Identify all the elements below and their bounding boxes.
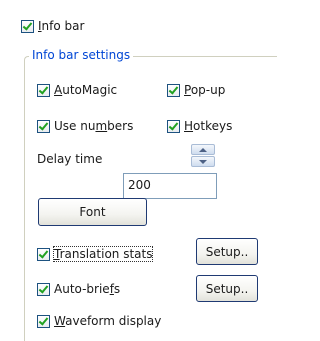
delay-time-label: Delay time bbox=[37, 152, 103, 166]
auto-briefs-setup-button[interactable]: Setup.. bbox=[196, 275, 258, 302]
automagic-checkbox[interactable]: AutoMagic bbox=[37, 82, 117, 98]
font-button[interactable]: Font bbox=[38, 198, 147, 226]
translation-stats-checkbox[interactable]: Translation stats bbox=[37, 246, 154, 262]
popup-checkbox[interactable]: Pop-up bbox=[167, 82, 225, 98]
auto-briefs-checkbox[interactable]: Auto-briefs bbox=[37, 281, 120, 297]
auto-briefs-checkbox-box[interactable] bbox=[37, 282, 50, 296]
use-numbers-label: Use numbers bbox=[54, 119, 134, 133]
popup-label: Pop-up bbox=[184, 83, 226, 97]
hotkeys-label: Hotkeys bbox=[184, 119, 233, 133]
delay-time-value: 200 bbox=[128, 178, 151, 192]
waveform-display-checkbox-box[interactable] bbox=[37, 314, 50, 328]
hotkeys-checkbox-box[interactable] bbox=[167, 119, 180, 133]
translation-stats-setup-label: Setup.. bbox=[205, 244, 249, 259]
auto-briefs-label: Auto-briefs bbox=[54, 282, 121, 296]
spin-up-button[interactable] bbox=[191, 144, 215, 155]
automagic-checkbox-box[interactable] bbox=[37, 83, 50, 97]
popup-checkbox-box[interactable] bbox=[167, 83, 180, 97]
use-numbers-checkbox-box[interactable] bbox=[37, 119, 50, 133]
waveform-display-checkbox[interactable]: Waveform display bbox=[37, 313, 161, 329]
font-button-label: Font bbox=[79, 205, 106, 219]
delay-time-input[interactable]: 200 bbox=[123, 173, 217, 199]
info-bar-checkbox[interactable]: Info bar bbox=[21, 18, 84, 34]
auto-briefs-setup-label: Setup.. bbox=[205, 281, 249, 296]
use-numbers-checkbox[interactable]: Use numbers bbox=[37, 118, 133, 134]
info-bar-label: Info bar bbox=[38, 19, 85, 33]
automagic-label: AutoMagic bbox=[54, 83, 118, 97]
chevron-down-icon bbox=[199, 159, 207, 164]
group-title: Info bar settings bbox=[29, 48, 134, 62]
spin-down-button[interactable] bbox=[191, 156, 215, 167]
info-bar-checkbox-box[interactable] bbox=[21, 19, 34, 33]
translation-stats-checkbox-box[interactable] bbox=[37, 247, 50, 261]
hotkeys-checkbox[interactable]: Hotkeys bbox=[167, 118, 232, 134]
chevron-up-icon bbox=[199, 147, 207, 152]
translation-stats-label: Translation stats bbox=[52, 246, 154, 262]
waveform-display-label: Waveform display bbox=[54, 314, 162, 328]
translation-stats-setup-button[interactable]: Setup.. bbox=[196, 238, 258, 265]
info-bar-settings-panel: Info bar Info bar settings AutoMagic Pop… bbox=[0, 0, 277, 341]
